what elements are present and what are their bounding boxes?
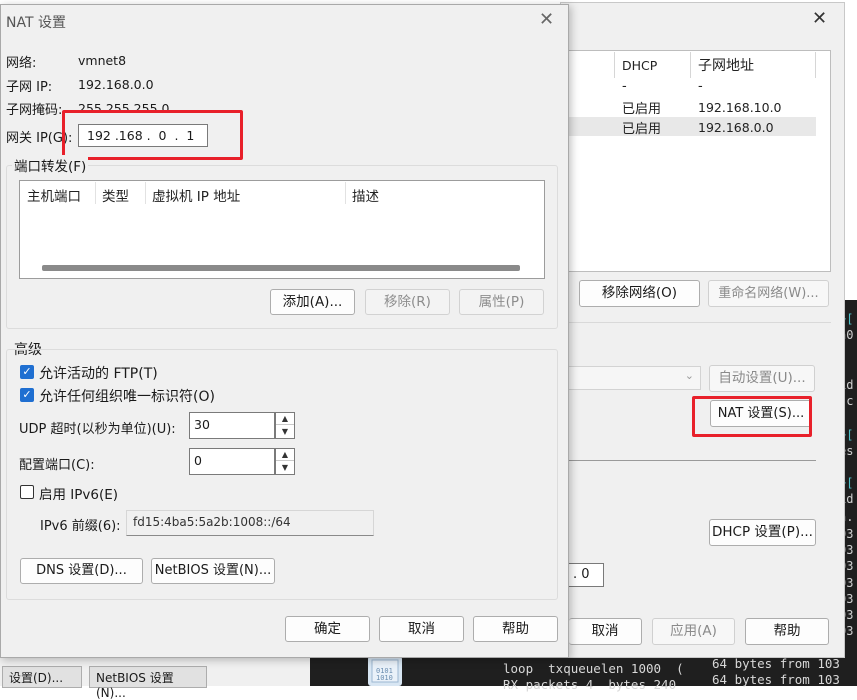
background-dns-button[interactable]: 设置(D)... <box>2 666 82 688</box>
table-cell-dhcp: 已启用 <box>622 102 662 117</box>
allow-oui-checkbox[interactable]: ✓ <box>20 388 34 402</box>
subnet-ip-field[interactable]: . 0 <box>568 563 604 587</box>
binary-file-icon: 0101 1010 <box>368 656 402 686</box>
close-icon[interactable]: ✕ <box>812 8 827 29</box>
allow-ftp-checkbox[interactable]: ✓ <box>20 365 34 379</box>
auto-setup-button[interactable]: 自动设置(U)... <box>709 365 815 392</box>
terminal-line: loop txqueuelen 1000 ( <box>503 661 684 676</box>
column-header-description[interactable]: 描述 <box>352 185 379 205</box>
table-cell-subnet: 192.168.10.0 <box>698 100 782 115</box>
ipv6-prefix-label: IPv6 前缀(6): <box>40 519 121 534</box>
udp-timeout-input[interactable]: 30 <box>189 412 275 439</box>
terminal-line: 64 bytes from 103 <box>712 672 840 687</box>
udp-timeout-spinner[interactable]: ▲ ▼ <box>275 412 295 439</box>
chevron-down-icon: ⌄ <box>684 369 694 382</box>
dns-settings-button[interactable]: DNS 设置(D)... <box>20 558 143 584</box>
column-divider <box>345 182 346 204</box>
table-cell-dhcp: - <box>622 79 627 94</box>
config-port-input[interactable]: 0 <box>189 448 275 475</box>
column-header-host-port[interactable]: 主机端口 <box>27 185 81 205</box>
horizontal-scrollbar[interactable] <box>42 265 520 271</box>
allow-ftp-label[interactable]: 允许活动的 FTP(T) <box>39 363 158 383</box>
column-header-subnet[interactable]: 子网地址 <box>698 55 754 75</box>
dhcp-settings-button[interactable]: DHCP 设置(P)... <box>709 519 816 546</box>
column-header-dhcp[interactable]: DHCP <box>622 58 657 73</box>
divider <box>568 460 816 461</box>
background-netbios-button[interactable]: NetBIOS 设置(N)... <box>89 666 207 700</box>
svg-text:1010: 1010 <box>376 674 393 682</box>
allow-oui-label[interactable]: 允许任何组织唯一标识符(O) <box>39 386 215 406</box>
dialog-title: NAT 设置 <box>6 15 66 31</box>
apply-button[interactable]: 应用(A) <box>652 618 735 645</box>
terminal-line: RX packets 4 bytes 240 <box>503 677 677 692</box>
arrow-up-icon[interactable]: ▲ <box>276 413 294 425</box>
remove-network-button[interactable]: 移除网络(O) <box>579 280 700 307</box>
netbios-settings-button[interactable]: NetBIOS 设置(N)... <box>151 558 275 584</box>
arrow-up-icon[interactable]: ▲ <box>276 449 294 461</box>
column-divider <box>815 52 816 78</box>
ipv6-prefix-field[interactable]: fd15:4ba5:5a2b:1008::/64 <box>126 510 374 536</box>
port-forwarding-title: 端口转发(F) <box>12 155 89 175</box>
network-label: 网络: <box>6 56 37 71</box>
subnet-mask-label: 子网掩码: <box>6 103 63 118</box>
add-button[interactable]: 添加(A)... <box>270 289 355 315</box>
back-help-button[interactable]: 帮助 <box>745 618 829 645</box>
properties-button[interactable]: 属性(P) <box>459 289 544 315</box>
column-divider <box>95 182 96 204</box>
config-port-label: 配置端口(C): <box>19 458 95 473</box>
network-value: vmnet8 <box>78 53 127 68</box>
ip-field-text: . 0 <box>573 567 590 582</box>
dialog-titlebar[interactable] <box>1 5 568 37</box>
terminal-line: 64 bytes from 103 <box>712 656 840 671</box>
enable-ipv6-label[interactable]: 启用 IPv6(E) <box>39 483 118 503</box>
back-cancel-button[interactable]: 取消 <box>569 618 642 645</box>
enable-ipv6-checkbox[interactable] <box>20 485 34 499</box>
column-header-type[interactable]: 类型 <box>102 185 129 205</box>
arrow-down-icon[interactable]: ▼ <box>276 462 294 474</box>
config-port-spinner[interactable]: ▲ ▼ <box>275 448 295 475</box>
rename-network-button[interactable]: 重命名网络(W)... <box>708 280 829 307</box>
column-divider <box>145 182 146 204</box>
table-cell-subnet: 192.168.0.0 <box>698 120 774 135</box>
subnet-ip-value: 192.168.0.0 <box>78 77 154 92</box>
remove-button[interactable]: 移除(R) <box>365 289 450 315</box>
selected-row-highlight <box>569 117 816 136</box>
close-icon[interactable]: ✕ <box>539 9 554 30</box>
arrow-down-icon[interactable]: ▼ <box>276 426 294 438</box>
ok-button[interactable]: 确定 <box>285 616 370 642</box>
cancel-button[interactable]: 取消 <box>379 616 464 642</box>
column-divider <box>690 52 691 78</box>
table-cell-subnet: - <box>698 79 703 94</box>
highlight-annotation <box>692 396 812 437</box>
highlight-annotation <box>62 110 243 160</box>
help-button[interactable]: 帮助 <box>473 616 558 642</box>
bridge-adapter-select[interactable]: ⌄ <box>568 366 701 390</box>
column-divider <box>614 52 615 78</box>
udp-timeout-label: UDP 超时(以秒为单位)(U): <box>19 422 176 437</box>
subnet-ip-label: 子网 IP: <box>6 80 53 95</box>
column-header-vm-ip[interactable]: 虚拟机 IP 地址 <box>152 185 240 205</box>
table-cell-dhcp: 已启用 <box>622 122 662 137</box>
